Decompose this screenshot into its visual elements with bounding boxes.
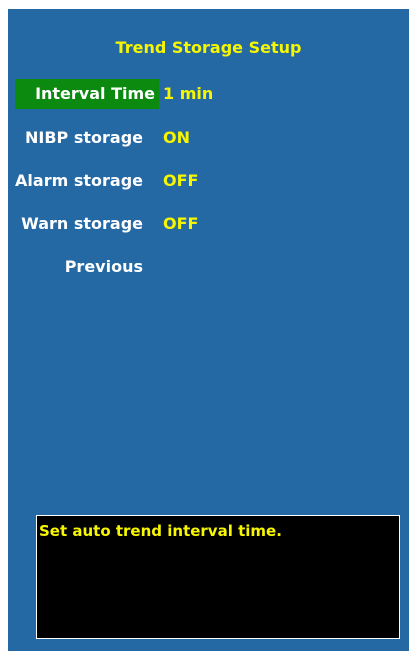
menu-item-alarm-storage[interactable]: Alarm storage	[10, 166, 148, 196]
help-text: Set auto trend interval time.	[39, 522, 282, 540]
menu-item-warn-storage[interactable]: Warn storage	[16, 209, 148, 239]
menu-item-nibp-storage[interactable]: NIBP storage	[20, 123, 148, 153]
alarm-storage-value[interactable]: OFF	[163, 166, 198, 196]
interval-time-value[interactable]: 1 min	[163, 79, 213, 109]
nibp-storage-value[interactable]: ON	[163, 123, 190, 153]
help-message-box: Set auto trend interval time.	[36, 515, 400, 639]
menu-title: Trend Storage Setup	[115, 38, 302, 57]
trend-storage-setup-panel: Trend Storage Setup Interval Time 1 min …	[8, 9, 409, 651]
menu-item-interval-time[interactable]: Interval Time	[15, 79, 159, 109]
menu-item-previous[interactable]: Previous	[60, 252, 148, 282]
warn-storage-value[interactable]: OFF	[163, 209, 198, 239]
